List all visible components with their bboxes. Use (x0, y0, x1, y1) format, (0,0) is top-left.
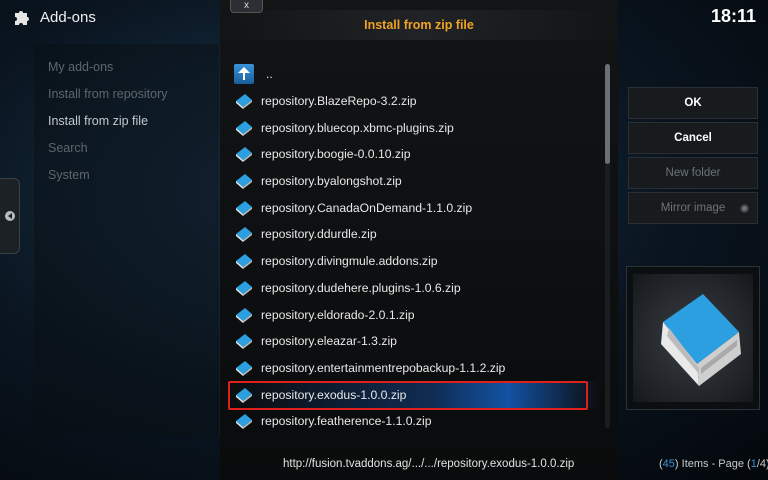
sidebar-menu: My add-ons Install from repository Insta… (34, 44, 219, 189)
book-icon (236, 174, 252, 190)
items-page-info: (45) Items - Page (1/4) (659, 458, 768, 470)
up-arrow-icon (234, 64, 254, 85)
file-browser-dialog: x Install from zip file .. repository.Bl… (220, 0, 618, 480)
sidebar-item-install-from-zip[interactable]: Install from zip file (34, 108, 219, 135)
book-icon (236, 120, 252, 136)
side-menu-toggle[interactable] (0, 178, 20, 254)
file-name: repository.boogie-0.0.10.zip (261, 147, 411, 162)
file-item[interactable]: repository.eleazar-1.3.zip (230, 328, 600, 355)
header: Add-ons (0, 0, 230, 34)
file-name: repository.divingmule.addons.zip (261, 254, 438, 269)
file-item[interactable]: repository.eldorado-2.0.1.zip (230, 301, 600, 328)
book-large-icon (661, 294, 741, 386)
book-icon (236, 307, 252, 323)
mirror-image-label: Mirror image (660, 202, 726, 214)
file-item[interactable]: repository.ddurdle.zip (230, 221, 600, 248)
chevron-left-icon (4, 211, 15, 221)
file-item[interactable]: repository.entertainmentrepobackup-1.1.2… (230, 355, 600, 382)
book-icon (236, 200, 252, 216)
book-icon (236, 414, 252, 430)
sidebar-item-my-addons[interactable]: My add-ons (34, 54, 219, 81)
file-name: repository.ddurdle.zip (261, 227, 377, 242)
radio-toggle-icon (740, 204, 749, 213)
book-icon (236, 334, 252, 350)
page-title: Add-ons (40, 8, 96, 26)
book-icon (236, 254, 252, 270)
items-count: 45 (662, 458, 675, 470)
file-list: .. repository.BlazeRepo-3.2.zip repositor… (228, 61, 600, 435)
selection-highlight (228, 381, 588, 411)
file-name: repository.CanadaOnDemand-1.1.0.zip (261, 200, 473, 215)
file-name: repository.BlazeRepo-3.2.zip (261, 94, 417, 109)
ok-button[interactable]: OK (628, 87, 758, 119)
file-item[interactable]: repository.byalongshot.zip (230, 168, 600, 195)
clock: 18:11 (710, 6, 756, 26)
file-name: repository.dudehere.plugins-1.0.6.zip (261, 280, 461, 295)
preview-thumbnail (626, 266, 760, 410)
book-icon (236, 360, 252, 376)
file-name: repository.eldorado-2.0.1.zip (261, 307, 415, 322)
cancel-button[interactable]: Cancel (628, 122, 758, 154)
file-name: repository.featherence-1.1.0.zip (261, 414, 432, 429)
sidebar-item-install-from-repository[interactable]: Install from repository (34, 81, 219, 108)
parent-folder-label: .. (266, 67, 273, 82)
file-item[interactable]: repository.bluecop.xbmc-plugins.zip (230, 114, 600, 141)
book-icon (236, 94, 252, 110)
dialog-header: Install from zip file (220, 10, 618, 40)
dialog-title: Install from zip file (364, 18, 474, 32)
scrollbar-thumb[interactable] (605, 64, 610, 164)
selected-path: http://fusion.tvaddons.ag/.../.../reposi… (283, 458, 575, 470)
file-item[interactable]: repository.featherence-1.1.0.zip (230, 408, 600, 435)
file-item[interactable]: repository.exodus-1.0.0.zip (228, 381, 600, 411)
mirror-image-button[interactable]: Mirror image (628, 192, 758, 224)
sidebar-item-system[interactable]: System (34, 162, 219, 189)
file-name: repository.eleazar-1.3.zip (261, 334, 397, 349)
file-item[interactable]: repository.CanadaOnDemand-1.1.0.zip (230, 194, 600, 221)
sidebar-item-search[interactable]: Search (34, 135, 219, 162)
sidebar: My add-ons Install from repository Insta… (34, 44, 220, 436)
file-item[interactable]: repository.divingmule.addons.zip (230, 248, 600, 275)
file-item[interactable]: repository.boogie-0.0.10.zip (230, 141, 600, 168)
file-name: repository.byalongshot.zip (261, 174, 402, 189)
file-name: repository.bluecop.xbmc-plugins.zip (261, 120, 454, 135)
parent-folder-item[interactable]: .. (230, 61, 600, 88)
file-item[interactable]: repository.dudehere.plugins-1.0.6.zip (230, 275, 600, 302)
book-icon (236, 280, 252, 296)
new-folder-button[interactable]: New folder (628, 157, 758, 189)
book-icon (236, 227, 252, 243)
file-item[interactable]: repository.BlazeRepo-3.2.zip (230, 88, 600, 115)
scrollbar[interactable] (605, 64, 610, 428)
puzzle-icon (15, 11, 29, 25)
file-name: repository.entertainmentrepobackup-1.1.2… (261, 360, 506, 375)
preview-image (633, 274, 753, 402)
book-icon (236, 147, 252, 163)
